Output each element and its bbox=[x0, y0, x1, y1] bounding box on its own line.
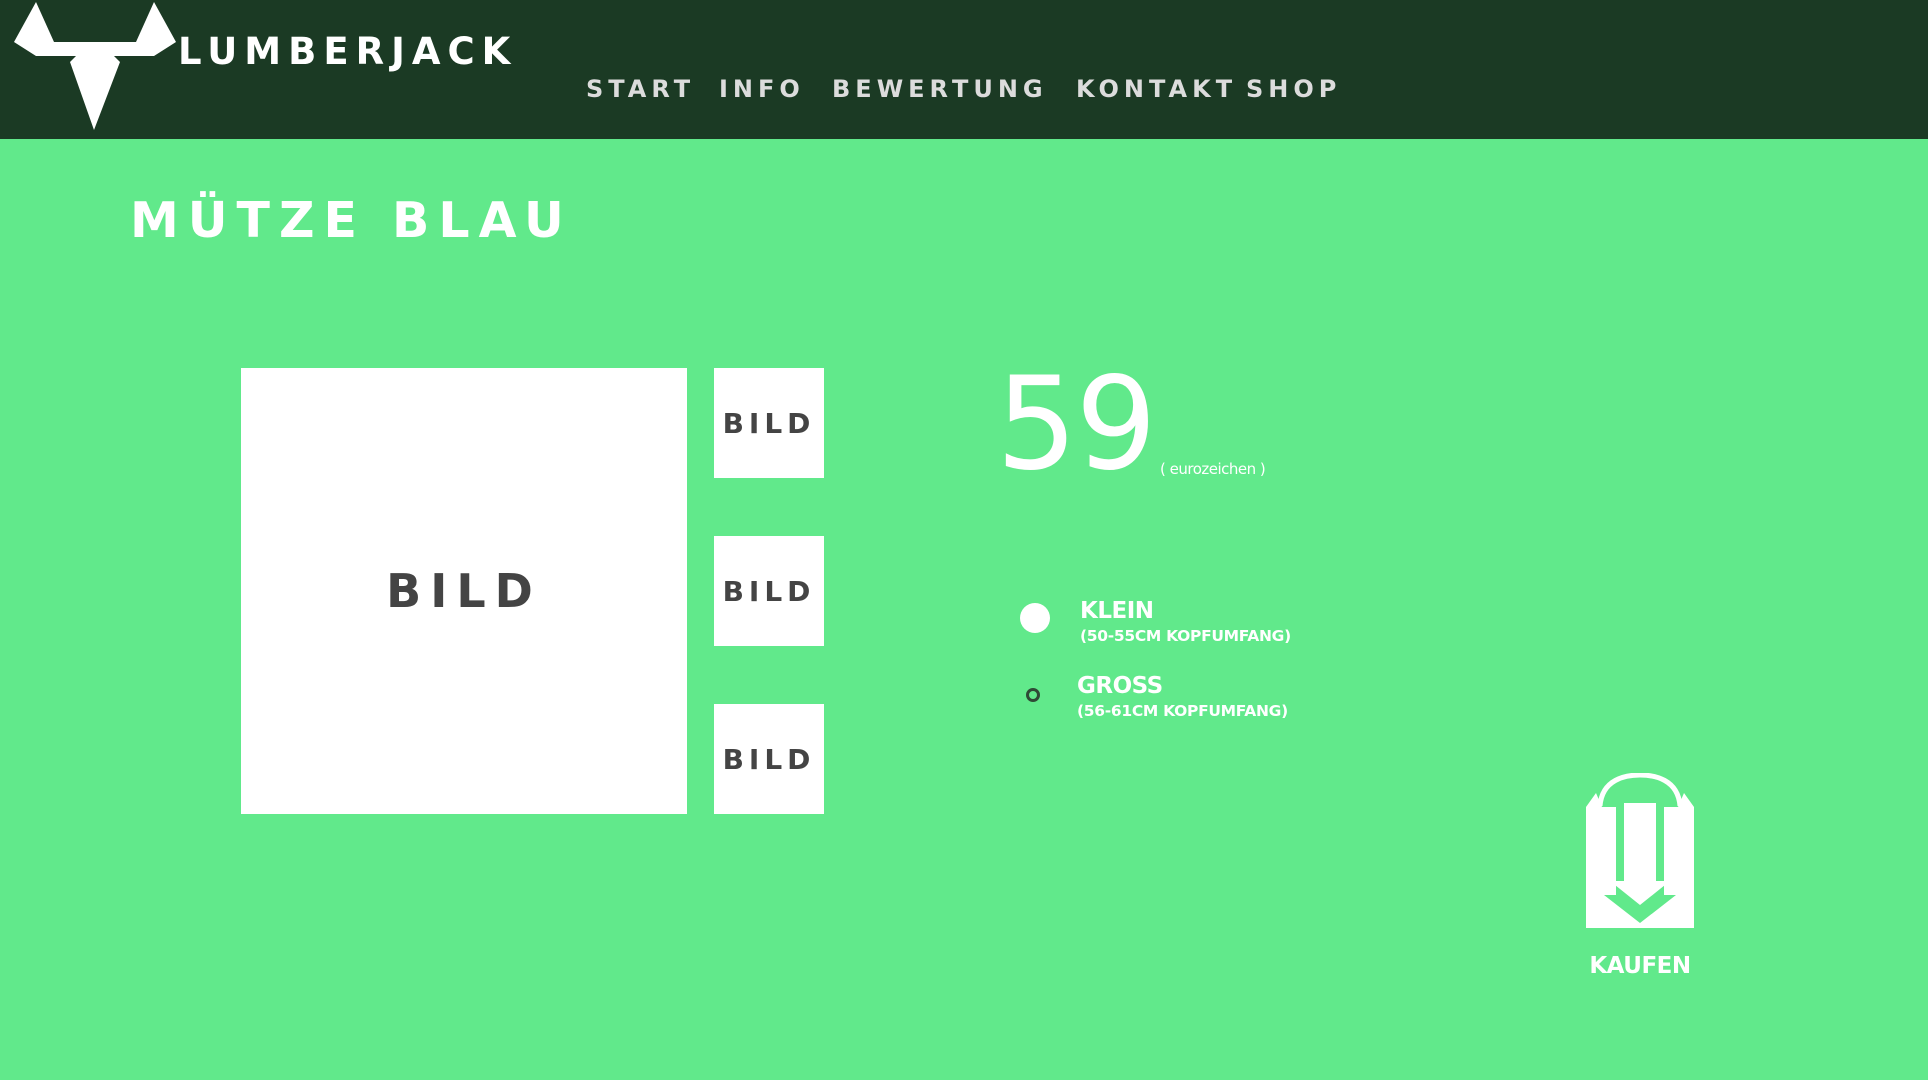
main-image-placeholder-label: BILD bbox=[386, 564, 542, 618]
thumbnail-label: BILD bbox=[722, 742, 816, 776]
shopping-bag-icon[interactable] bbox=[1586, 773, 1694, 928]
currency-note: ( eurozeichen ) bbox=[1160, 460, 1266, 478]
size-option-gross-label[interactable]: GROSS bbox=[1077, 673, 1163, 699]
size-radio-gross[interactable] bbox=[1026, 688, 1040, 702]
nav-item-bewertung[interactable]: BEWERTUNG bbox=[832, 72, 1048, 106]
nav-item-info[interactable]: INFO bbox=[719, 72, 805, 106]
thumbnail-image[interactable]: BILD bbox=[714, 536, 824, 646]
product-title: MÜTZE BLAU bbox=[130, 192, 573, 249]
brand-name[interactable]: LUMBERJACK bbox=[178, 30, 517, 74]
bull-head-icon[interactable] bbox=[14, 2, 176, 130]
nav-item-kontakt[interactable]: KONTAKT bbox=[1076, 72, 1237, 106]
thumbnail-image[interactable]: BILD bbox=[714, 368, 824, 478]
thumbnail-label: BILD bbox=[722, 574, 816, 608]
main-product-image[interactable]: BILD bbox=[241, 368, 687, 814]
size-radio-klein[interactable] bbox=[1020, 603, 1050, 633]
nav-item-shop[interactable]: SHOP bbox=[1246, 72, 1341, 106]
size-option-gross-detail: (56-61CM KOPFUMFANG) bbox=[1077, 702, 1288, 720]
product-price: 59 bbox=[996, 350, 1157, 499]
thumbnail-label: BILD bbox=[722, 406, 816, 440]
thumbnail-image[interactable]: BILD bbox=[714, 704, 824, 814]
buy-button[interactable]: KAUFEN bbox=[1582, 952, 1698, 980]
size-option-klein-detail: (50-55CM KOPFUMFANG) bbox=[1080, 627, 1291, 645]
nav-item-start[interactable]: START bbox=[586, 72, 695, 106]
site-header: LUMBERJACK START INFO BEWERTUNG KONTAKT … bbox=[0, 0, 1928, 139]
size-option-klein-label[interactable]: KLEIN bbox=[1080, 598, 1154, 624]
